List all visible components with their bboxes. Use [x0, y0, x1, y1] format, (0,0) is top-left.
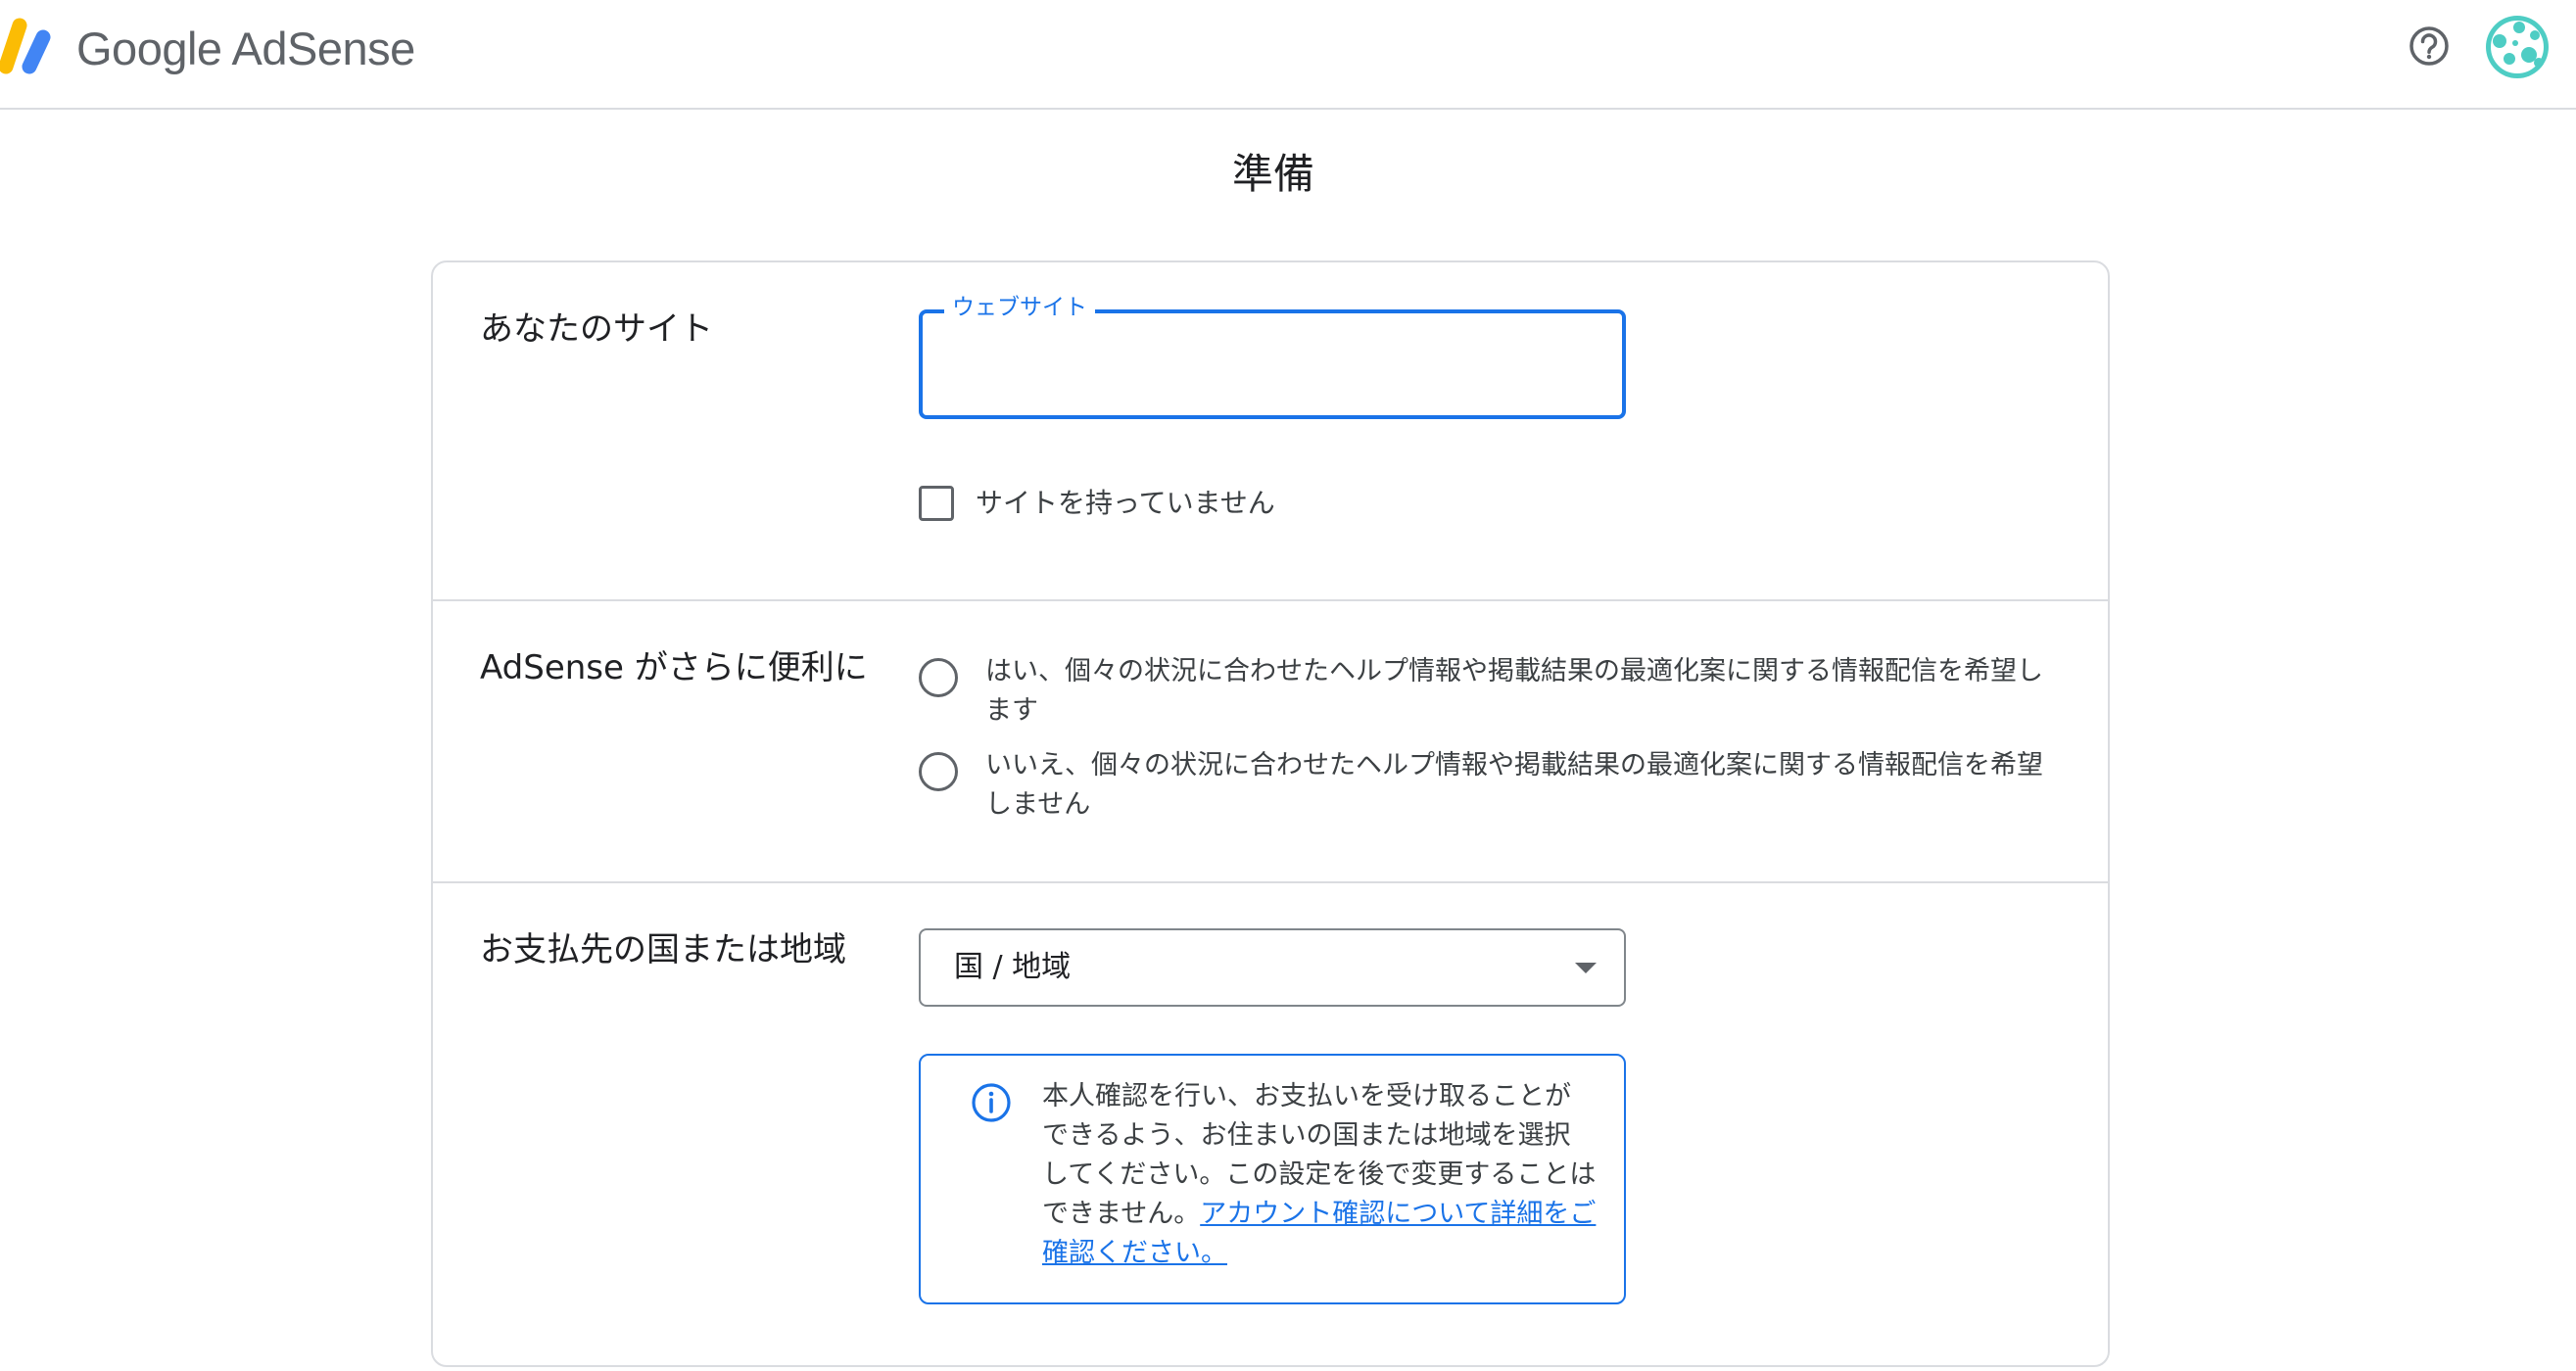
website-input[interactable]	[946, 333, 1593, 396]
radio-yes[interactable]	[919, 658, 958, 697]
account-avatar[interactable]	[2486, 16, 2549, 78]
page-title: 準備	[1231, 150, 1314, 198]
no-site-checkbox[interactable]	[919, 486, 954, 521]
info-icon	[972, 1083, 1011, 1122]
no-site-checkbox-label[interactable]: サイトを持っていません	[976, 480, 1275, 527]
country-select-value: 国 / 地域	[954, 950, 1072, 984]
country-section-label: お支払先の国または地域	[480, 930, 846, 969]
radio-yes-label[interactable]: はい、個々の状況に合わせたヘルプ情報や掲載結果の最適化案に関する情報配信を希望し…	[985, 652, 2043, 731]
dropdown-arrow-icon	[1575, 963, 1597, 973]
adsense-logo-icon[interactable]	[0, 14, 59, 76]
product-name: Google AdSense	[76, 23, 415, 74]
website-field-label: ウェブサイト	[944, 290, 1095, 325]
radio-no[interactable]	[919, 752, 958, 791]
setup-form-card: あなたのサイト ウェブサイト サイトを持っていません AdSense がさらに便…	[431, 260, 2110, 1367]
radio-no-label[interactable]: いいえ、個々の状況に合わせたヘルプ情報や掲載結果の最適化案に関する情報配信を希望…	[985, 746, 2043, 825]
payment-country-section: お支払先の国または地域 国 / 地域 本人確認を行い、お支払いを受け取ることがで…	[433, 881, 2108, 1371]
info-text: 本人確認を行い、お支払いを受け取ることができるよう、お住まいの国または地域を選択…	[1042, 1077, 1597, 1273]
website-field[interactable]: ウェブサイト	[919, 290, 1626, 419]
site-section: あなたのサイト ウェブサイト サイトを持っていません	[433, 262, 2108, 599]
info-notice: 本人確認を行い、お支払いを受け取ることができるよう、お住まいの国または地域を選択…	[919, 1054, 1626, 1304]
avatar-image	[2486, 16, 2549, 78]
adsense-section-label: AdSense がさらに便利に	[480, 648, 868, 687]
top-app-bar: Google AdSense	[0, 0, 2576, 110]
site-section-label: あなたのサイト	[480, 309, 713, 349]
radio-option-yes[interactable]: はい、個々の状況に合わせたヘルプ情報や掲載結果の最適化案に関する情報配信を希望し…	[919, 652, 2043, 734]
adsense-preferences-section: AdSense がさらに便利に はい、個々の状況に合わせたヘルプ情報や掲載結果の…	[433, 599, 2108, 881]
help-circle-icon[interactable]	[2408, 24, 2451, 68]
country-select[interactable]: 国 / 地域	[919, 928, 1626, 1007]
radio-option-no[interactable]: いいえ、個々の状況に合わせたヘルプ情報や掲載結果の最適化案に関する情報配信を希望…	[919, 746, 2043, 828]
